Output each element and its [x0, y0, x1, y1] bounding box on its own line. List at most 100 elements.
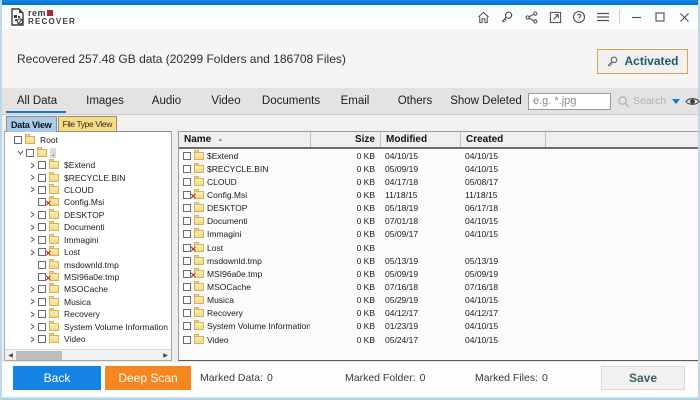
column-header-modified[interactable]: Modified [380, 132, 460, 147]
tab-others[interactable]: Others [385, 88, 445, 114]
scroll-left-arrow[interactable]: ◀ [5, 350, 16, 361]
chevron-right-icon[interactable] [26, 298, 38, 305]
table-row[interactable]: ✕Lost0 KB [179, 241, 698, 254]
tab-all-data[interactable]: All Data [2, 88, 72, 114]
column-header-size[interactable]: Size [310, 132, 380, 147]
tab-email[interactable]: Email [325, 88, 385, 114]
table-row[interactable]: MSOCache0 KB07/16/1807/16/18 [179, 280, 698, 293]
tree-item-video[interactable]: Video [5, 333, 171, 345]
checkbox[interactable] [183, 309, 191, 317]
chevron-right-icon[interactable] [26, 336, 38, 343]
tree-item-musica[interactable]: Musica [5, 296, 171, 308]
table-row[interactable]: Recovery0 KB04/12/1704/12/17 [179, 307, 698, 320]
tab-file-type-view[interactable]: File Type View [58, 116, 117, 131]
tab-video[interactable]: Video [195, 88, 257, 114]
checkbox[interactable] [38, 335, 46, 343]
table-row[interactable]: Musica0 KB05/29/1904/10/15 [179, 294, 698, 307]
checkbox[interactable] [183, 283, 191, 291]
checkbox[interactable] [14, 136, 22, 144]
checkbox[interactable] [38, 310, 46, 318]
tree-item-drive[interactable]: . [5, 146, 171, 158]
chevron-right-icon[interactable] [26, 186, 38, 193]
checkbox[interactable] [183, 204, 191, 212]
tab-data-view[interactable]: Data View [6, 116, 57, 132]
scroll-right-arrow[interactable]: ▶ [160, 350, 171, 361]
tab-audio[interactable]: Audio [138, 88, 195, 114]
chevron-right-icon[interactable] [26, 224, 38, 231]
back-button[interactable]: Back [13, 366, 101, 390]
column-header-created[interactable]: Created [460, 132, 545, 147]
tree-item-documenti[interactable]: Documenti [5, 221, 171, 233]
checkbox[interactable] [183, 336, 191, 344]
scrollbar-track[interactable] [16, 350, 160, 360]
tree-item-msocache[interactable]: MSOCache [5, 283, 171, 295]
column-header-name[interactable]: Name▲ [179, 132, 310, 147]
tree-horizontal-scrollbar[interactable]: ◀ ▶ [5, 349, 171, 360]
checkbox[interactable] [183, 257, 191, 265]
chevron-right-icon[interactable] [26, 162, 38, 169]
chevron-down-icon[interactable] [14, 149, 26, 156]
chevron-right-icon[interactable] [26, 286, 38, 293]
checkbox[interactable] [183, 152, 191, 160]
dropdown-arrow-icon[interactable] [672, 99, 680, 104]
checkbox[interactable] [183, 217, 191, 225]
tab-images[interactable]: Images [72, 88, 138, 114]
chevron-right-icon[interactable] [26, 249, 38, 256]
table-row[interactable]: System Volume Information0 KB01/23/1904/… [179, 320, 698, 333]
checkbox[interactable] [38, 223, 46, 231]
tab-documents[interactable]: Documents [257, 88, 325, 114]
checkbox[interactable] [38, 298, 46, 306]
close-button[interactable] [672, 7, 696, 27]
checkbox[interactable] [38, 261, 46, 269]
activated-button[interactable]: Activated [597, 49, 688, 74]
checkbox[interactable] [38, 285, 46, 293]
preview-eye-icon[interactable] [685, 96, 700, 107]
chevron-right-icon[interactable] [26, 236, 38, 243]
checkbox[interactable] [38, 236, 46, 244]
tab-show-deleted[interactable]: Show Deleted [445, 88, 527, 114]
deep-scan-button[interactable]: Deep Scan [105, 366, 191, 390]
table-row[interactable]: Video0 KB05/24/1704/10/15 [179, 333, 698, 346]
chevron-right-icon[interactable] [26, 211, 38, 218]
chevron-right-icon[interactable] [26, 323, 38, 330]
checkbox[interactable] [38, 161, 46, 169]
maximize-button[interactable] [648, 7, 672, 27]
share-icon[interactable] [519, 7, 543, 27]
tree-item--recycle-bin[interactable]: $RECYCLE.BIN [5, 171, 171, 183]
chevron-right-icon[interactable] [26, 311, 38, 318]
tree-item-msi96a0e-tmp[interactable]: ✕MSI96a0e.tmp [5, 271, 171, 283]
checkbox[interactable] [183, 165, 191, 173]
checkbox[interactable] [38, 211, 46, 219]
tree-item--extend[interactable]: $Extend [5, 159, 171, 171]
search-button[interactable]: Search [617, 95, 666, 108]
chevron-right-icon[interactable] [26, 174, 38, 181]
table-row[interactable]: Immagini0 KB05/09/1704/10/15 [179, 228, 698, 241]
table-row[interactable]: CLOUD0 KB04/17/1805/08/17 [179, 175, 698, 188]
scrollbar-thumb[interactable] [16, 351, 62, 360]
tree-item-lost[interactable]: ✕Lost [5, 246, 171, 258]
tree-item-cloud[interactable]: CLOUD [5, 184, 171, 196]
checkbox[interactable] [183, 322, 191, 330]
table-row[interactable]: Documenti0 KB07/01/1804/10/15 [179, 215, 698, 228]
save-button[interactable]: Save [601, 366, 685, 390]
key-icon[interactable] [495, 7, 519, 27]
table-row[interactable]: msdownld.tmp0 KB05/13/1905/13/19 [179, 254, 698, 267]
checkbox[interactable] [38, 174, 46, 182]
menu-icon[interactable] [591, 7, 615, 27]
checkbox[interactable] [38, 186, 46, 194]
tree-item-root[interactable]: Root [5, 134, 171, 146]
tree-item-system-volume-information[interactable]: System Volume Information [5, 321, 171, 333]
minimize-button[interactable] [624, 7, 648, 27]
checkbox[interactable] [183, 178, 191, 186]
search-input[interactable] [528, 93, 611, 110]
tree-item-msdownld-tmp[interactable]: msdownld.tmp [5, 258, 171, 270]
tree-item-immagini[interactable]: Immagini [5, 234, 171, 246]
open-external-icon[interactable] [543, 7, 567, 27]
tree-item-recovery[interactable]: Recovery [5, 308, 171, 320]
checkbox[interactable] [183, 230, 191, 238]
table-row[interactable]: ✕MSI96a0e.tmp0 KB05/09/1905/09/19 [179, 267, 698, 280]
checkbox[interactable] [26, 149, 34, 157]
table-row[interactable]: $Extend0 KB04/10/1504/10/15 [179, 149, 698, 162]
tree-item-desktop[interactable]: DESKTOP [5, 209, 171, 221]
table-row[interactable]: DESKTOP0 KB05/18/1906/17/18 [179, 202, 698, 215]
